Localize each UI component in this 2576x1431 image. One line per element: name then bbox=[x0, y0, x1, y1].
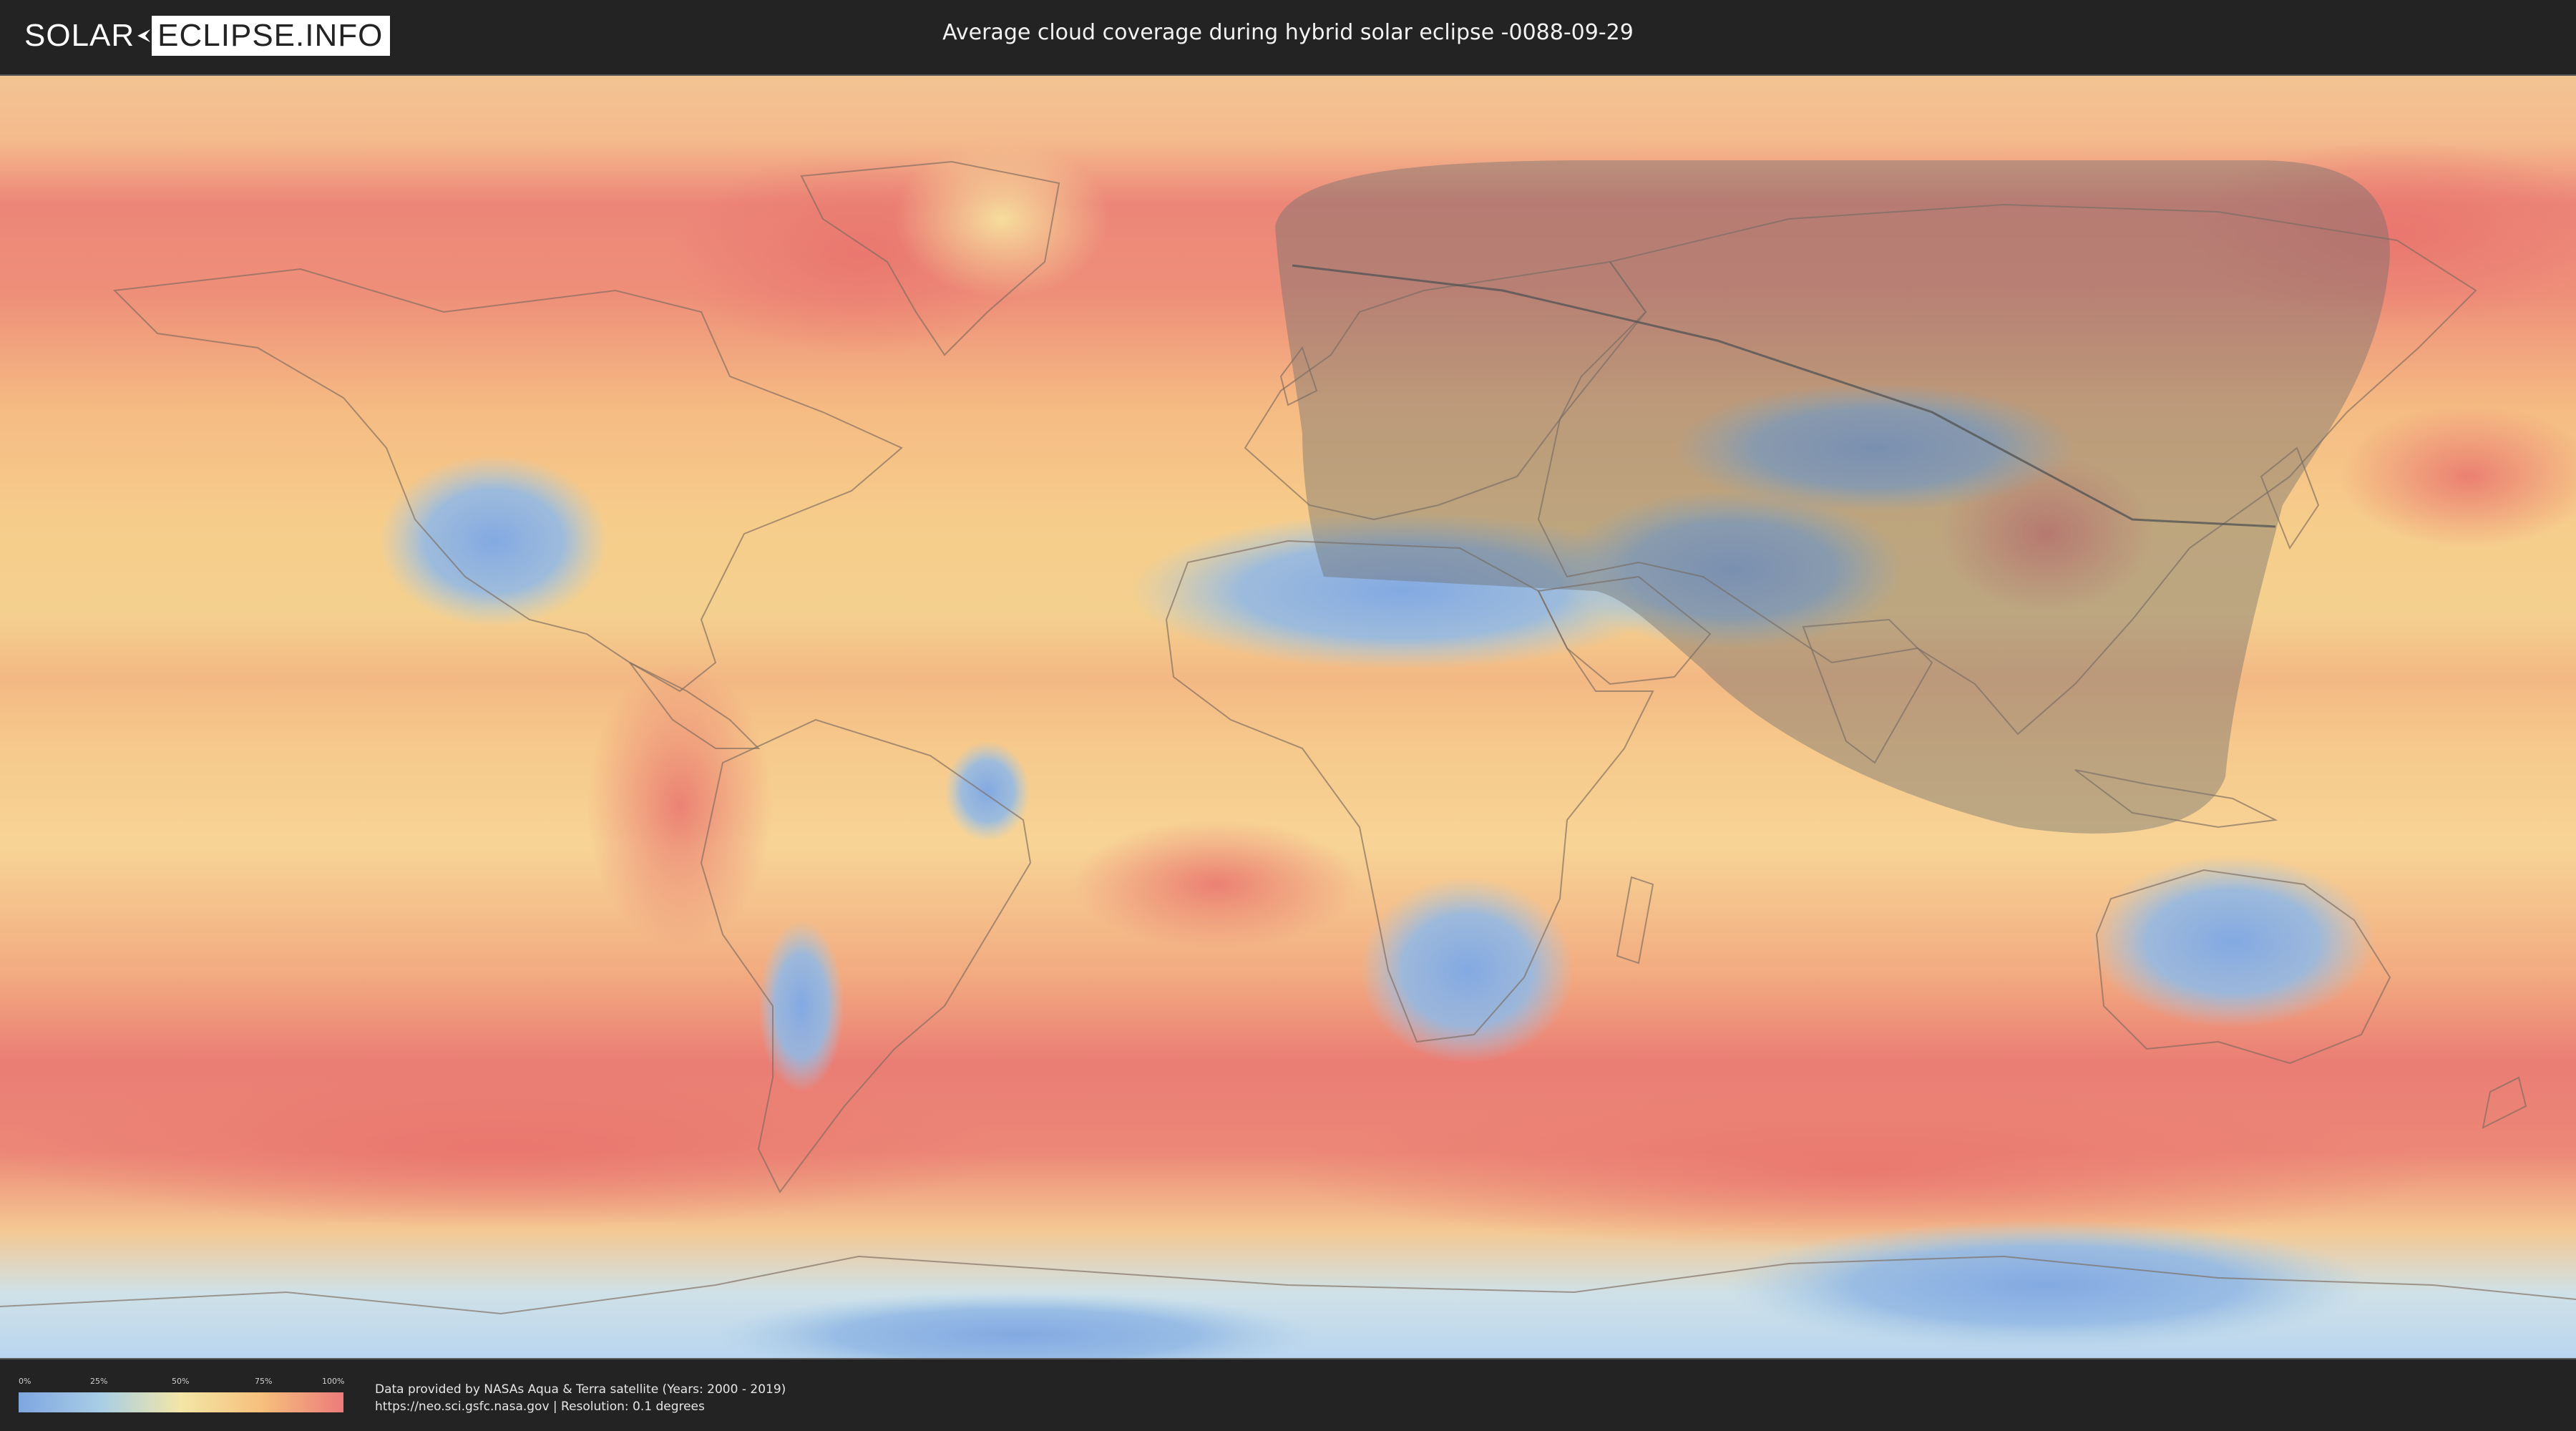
world-map-canvas bbox=[0, 76, 2576, 1358]
footer-bar: 0% 25% 50% 75% 100% Data provided by NAS… bbox=[0, 1359, 2576, 1431]
legend-tick-25: 25% bbox=[90, 1377, 108, 1386]
cloud-coverage-legend: 0% 25% 50% 75% 100% bbox=[19, 1377, 345, 1415]
header-bar: SOLAR ECLIPSE.INFO Average cloud coverag… bbox=[0, 0, 2576, 72]
legend-tick-50: 50% bbox=[172, 1377, 190, 1386]
data-credits: Data provided by NASAs Aqua & Terra sate… bbox=[375, 1381, 786, 1415]
credit-line: Data provided by NASAs Aqua & Terra sate… bbox=[375, 1382, 786, 1397]
page-title: Average cloud coverage during hybrid sol… bbox=[942, 20, 1634, 45]
legend-tick-75: 75% bbox=[255, 1377, 273, 1386]
cloud-coverage-map bbox=[0, 74, 2576, 1359]
source-line[interactable]: https://neo.sci.gsfc.nasa.gov | Resoluti… bbox=[375, 1398, 786, 1415]
legend-tick-100: 100% bbox=[322, 1377, 345, 1386]
legend-tick-0: 0% bbox=[19, 1377, 31, 1386]
legend-color-bar bbox=[19, 1392, 343, 1412]
